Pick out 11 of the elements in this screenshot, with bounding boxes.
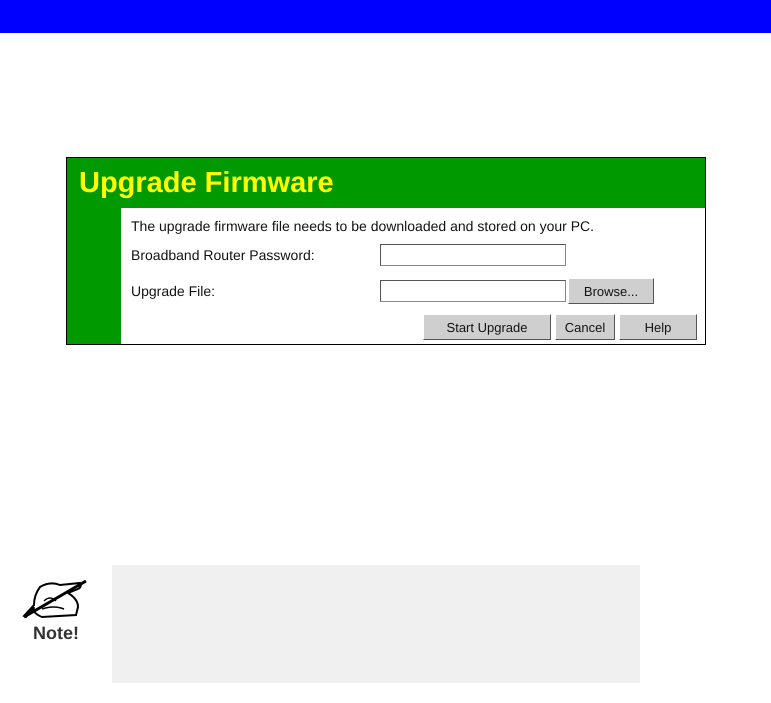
note-label: Note! [33, 623, 79, 644]
file-field[interactable] [380, 280, 566, 302]
panel-title: Upgrade Firmware [78, 166, 335, 200]
field-label: Upgrade File: [131, 283, 216, 299]
description-text: The upgrade firmware file needs to be downloaded and stored on your PC. [131, 218, 596, 234]
field-label: Broadband Router Password: [131, 247, 316, 263]
action-button[interactable]: Start Upgrade [423, 314, 551, 340]
browse-button[interactable]: Browse... [568, 278, 654, 304]
password-field[interactable] [380, 244, 566, 266]
action-button[interactable]: Cancel [555, 314, 615, 340]
action-button[interactable]: Help [619, 314, 697, 340]
